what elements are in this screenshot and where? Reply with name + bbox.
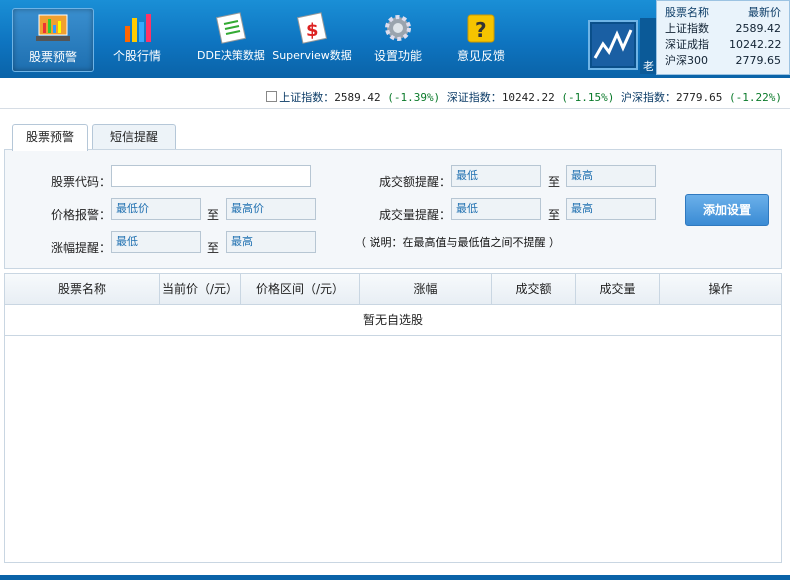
- toolbar-feedback-button[interactable]: ? 意见反馈: [441, 8, 521, 70]
- alert-form: 股票代码： 价格报警： 最低价 至 最高价 涨幅提醒： 最低 至 最高 成交额提…: [4, 149, 782, 269]
- tab-sms-reminder[interactable]: 短信提醒: [92, 124, 176, 149]
- ticker-value: 2589.42: [334, 91, 381, 104]
- toolbar-label: 设置功能: [373, 49, 422, 63]
- range-separator: 至: [548, 175, 561, 189]
- index-row: 上证指数 2589.42: [657, 21, 789, 37]
- range-separator: 至: [207, 241, 220, 255]
- ticker-change: (-1.39%): [387, 91, 441, 104]
- index-header-name: 股票名称: [665, 6, 709, 19]
- index-ticker: 上证指数：2589.42 (-1.39%) 深证指数：10242.22 (-1.…: [0, 84, 790, 109]
- dollar-document-icon: $: [296, 12, 328, 44]
- toolbar-label: Superview数据: [272, 49, 352, 62]
- watchlist-table: 股票名称 当前价（/元） 价格区间（/元） 涨幅 成交额 成交量 操作 暂无自选…: [4, 273, 782, 563]
- column-header[interactable]: 成交量: [576, 274, 660, 304]
- column-header[interactable]: 股票名称: [5, 274, 160, 304]
- bottom-border: [0, 575, 790, 580]
- stock-code-label: 股票代码：: [51, 175, 112, 189]
- svg-text:$: $: [306, 20, 319, 41]
- toolbar-settings-button[interactable]: 设置功能: [358, 8, 438, 70]
- amount-max-input[interactable]: 最高: [566, 165, 656, 187]
- ticker-label: 沪深指数：: [621, 91, 677, 104]
- app-logo: [588, 20, 638, 70]
- ticker-content: 上证指数：2589.42 (-1.39%) 深证指数：10242.22 (-1.…: [266, 89, 782, 105]
- table-header: 股票名称 当前价（/元） 价格区间（/元） 涨幅 成交额 成交量 操作: [5, 274, 781, 305]
- ticker-change: (-1.22%): [729, 91, 782, 104]
- index-name: 上证指数: [665, 22, 709, 35]
- price-alert-label: 价格报警：: [51, 208, 112, 222]
- volume-alert-label: 成交量提醒：: [379, 208, 452, 222]
- document-icon: [215, 12, 247, 44]
- toolbar-superview-button[interactable]: $ Superview数据: [268, 8, 356, 70]
- question-folder-icon: ?: [467, 14, 495, 43]
- gear-icon: [385, 15, 411, 41]
- change-min-input[interactable]: 最低: [111, 231, 201, 253]
- ticker-value: 2779.65: [676, 91, 723, 104]
- volume-min-input[interactable]: 最低: [451, 198, 541, 220]
- index-panel: 股票名称 最新价 上证指数 2589.42 深证成指 10242.22 沪深30…: [656, 0, 790, 75]
- toolbar-dde-button[interactable]: DDE决策数据: [186, 8, 276, 70]
- volume-max-input[interactable]: 最高: [566, 198, 656, 220]
- price-min-input[interactable]: 最低价: [111, 198, 201, 220]
- stock-code-input[interactable]: [111, 165, 311, 187]
- index-price: 10242.22: [729, 38, 782, 51]
- empty-table-message: 暂无自选股: [5, 305, 781, 336]
- index-name: 深证成指: [665, 38, 709, 51]
- toolbar-stock-alert-button[interactable]: 股票预警: [12, 8, 94, 72]
- index-panel-header: 股票名称 最新价: [657, 5, 789, 21]
- range-separator: 至: [548, 208, 561, 222]
- index-price: 2779.65: [735, 54, 782, 67]
- ticker-change: (-1.15%): [561, 91, 615, 104]
- index-name: 沪深300: [665, 54, 708, 67]
- toolbar-label: DDE决策数据: [197, 49, 265, 62]
- toolbar-stock-quote-button[interactable]: 个股行情: [97, 8, 177, 70]
- ticker-value: 10242.22: [501, 91, 555, 104]
- column-header[interactable]: 涨幅: [360, 274, 492, 304]
- amount-min-input[interactable]: 最低: [451, 165, 541, 187]
- main-panel: 股票预警 短信提醒 股票代码： 价格报警： 最低价 至 最高价 涨幅提醒： 最低…: [4, 120, 782, 570]
- index-price: 2589.42: [735, 22, 782, 35]
- laptop-chart-icon: [36, 14, 70, 41]
- form-note: （ 说明：在最高值与最低值之间不提醒 ）: [355, 236, 560, 249]
- bar-chart-icon: [125, 14, 151, 42]
- change-alert-label: 涨幅提醒：: [51, 241, 112, 255]
- toolbar-label: 意见反馈: [456, 49, 505, 63]
- add-setting-button[interactable]: 添加设置: [685, 194, 769, 226]
- column-header[interactable]: 操作: [660, 274, 781, 304]
- index-row: 深证成指 10242.22: [657, 37, 789, 53]
- index-header-price: 最新价: [748, 6, 781, 19]
- column-header[interactable]: 当前价（/元）: [160, 274, 241, 304]
- ticker-label: 上证指数：: [279, 91, 335, 104]
- svg-text:?: ?: [475, 18, 487, 42]
- toolbar-label: 个股行情: [112, 49, 161, 63]
- toolbar-label: 股票预警: [28, 50, 77, 64]
- amount-alert-label: 成交额提醒：: [379, 175, 452, 189]
- trend-logo-icon: [592, 24, 634, 66]
- ticker-label: 深证指数：: [446, 91, 502, 104]
- change-max-input[interactable]: 最高: [226, 231, 316, 253]
- range-separator: 至: [207, 208, 220, 222]
- logo-text: 老: [643, 60, 654, 73]
- column-header[interactable]: 成交额: [492, 274, 576, 304]
- ticker-icon: [266, 91, 278, 102]
- price-max-input[interactable]: 最高价: [226, 198, 316, 220]
- tab-stock-alert[interactable]: 股票预警: [12, 124, 88, 151]
- index-row: 沪深300 2779.65: [657, 53, 789, 69]
- column-header[interactable]: 价格区间（/元）: [241, 274, 360, 304]
